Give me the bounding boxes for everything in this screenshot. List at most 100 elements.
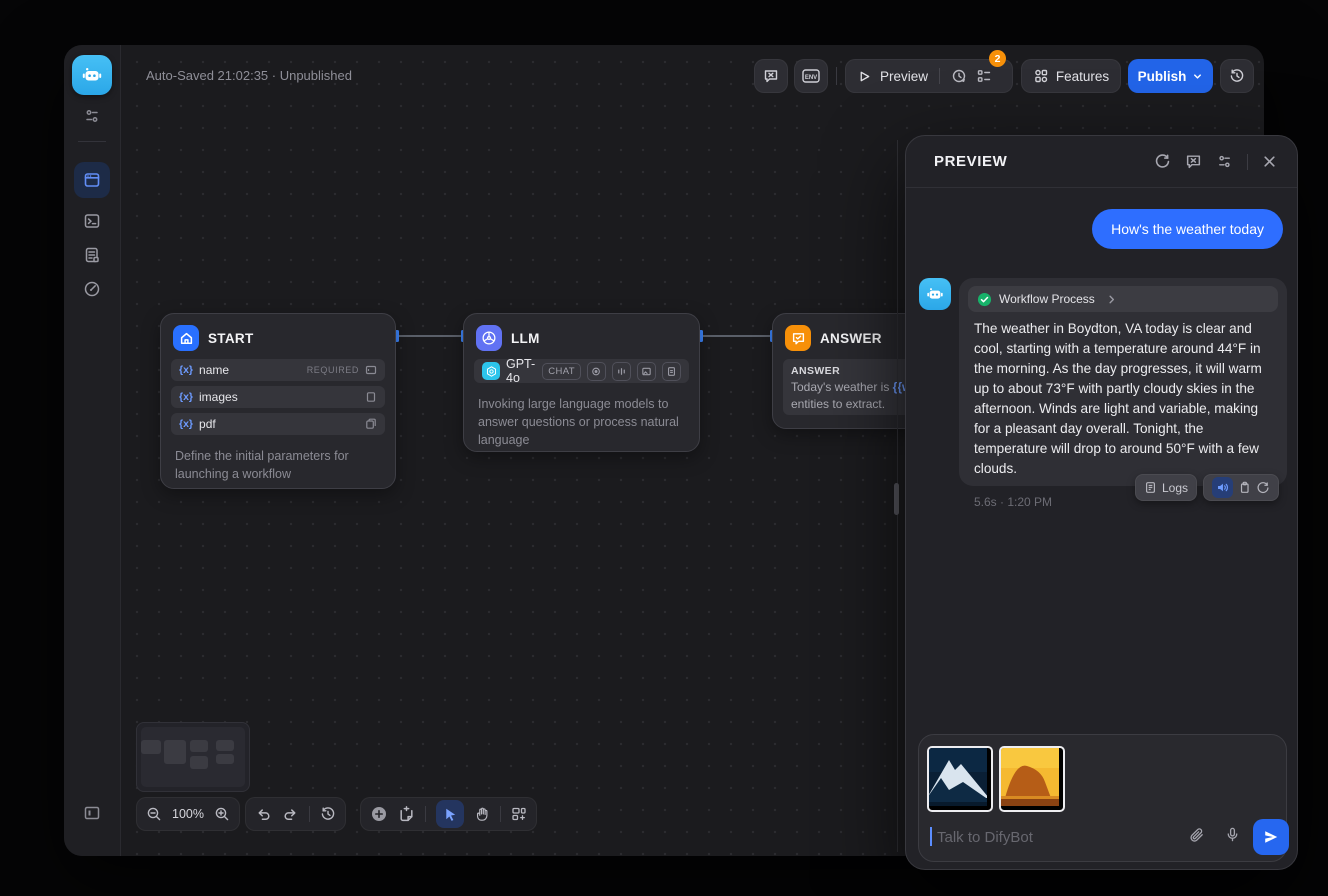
- refresh-conversation-icon[interactable]: [1154, 153, 1171, 170]
- settings-sliders-icon[interactable]: [1216, 153, 1233, 170]
- edge-start-llm: [397, 335, 463, 337]
- redo-icon[interactable]: [282, 806, 299, 823]
- zoom-level[interactable]: 100%: [172, 807, 204, 821]
- llm-model-selector[interactable]: GPT-4o CHAT: [474, 359, 689, 383]
- minimap-node: [190, 740, 208, 752]
- message-meta: 5.6s · 1:20 PM: [974, 495, 1052, 509]
- env-variables-button[interactable]: ENV: [794, 59, 828, 93]
- features-button[interactable]: Features: [1021, 59, 1121, 93]
- chat-mode-badge: CHAT: [542, 363, 581, 380]
- preview-title: PREVIEW: [934, 153, 1007, 170]
- env-label: ENV: [805, 75, 817, 81]
- field-name: pdf: [199, 417, 216, 431]
- file-list-icon: [365, 391, 377, 403]
- speaker-icon[interactable]: [1212, 477, 1233, 498]
- chat-input[interactable]: [935, 823, 1159, 851]
- features-icon: [1033, 68, 1049, 84]
- regenerate-icon[interactable]: [1256, 481, 1270, 495]
- start-field-images[interactable]: {x} images: [171, 386, 385, 408]
- hand-mode-button[interactable]: [474, 806, 490, 822]
- audio-capability-icon: [612, 362, 631, 381]
- start-field-name[interactable]: {x} name REQUIRED: [171, 359, 385, 381]
- minimap-node: [216, 754, 234, 764]
- close-icon[interactable]: [1262, 154, 1277, 169]
- version-history-button[interactable]: [1220, 59, 1254, 93]
- group-divider: [939, 68, 940, 84]
- copy-icon[interactable]: [1238, 481, 1251, 494]
- toolbar-divider: [309, 806, 310, 822]
- preview-button[interactable]: Preview: [880, 69, 928, 84]
- checklist-settings-icon[interactable]: [64, 107, 120, 125]
- run-history-icon[interactable]: [951, 68, 967, 84]
- files-icon: [365, 418, 377, 430]
- document-capability-icon: [662, 362, 681, 381]
- canvas-minimap[interactable]: [136, 722, 250, 792]
- minimap-node: [190, 756, 208, 769]
- add-node-icon[interactable]: [370, 805, 388, 823]
- toolbar-divider: [500, 806, 501, 822]
- field-name: name: [199, 363, 229, 377]
- change-history-icon[interactable]: [320, 806, 336, 822]
- features-label: Features: [1056, 69, 1109, 84]
- header-divider: [1247, 154, 1248, 170]
- workflow-process-toggle[interactable]: Workflow Process: [968, 286, 1278, 312]
- preview-group: Preview: [845, 59, 1013, 93]
- image-capability-icon: [637, 362, 656, 381]
- undo-icon[interactable]: [255, 806, 272, 823]
- chevron-down-icon: [1192, 71, 1203, 82]
- attached-image-mountain-night[interactable]: [927, 746, 993, 812]
- minimap-node: [141, 740, 161, 754]
- toolbar-divider: [425, 806, 426, 822]
- sidebar-item-terminal[interactable]: [74, 203, 110, 239]
- clear-chat-icon[interactable]: [1185, 153, 1202, 170]
- attached-image-mountain-sunset[interactable]: [999, 746, 1065, 812]
- checklist-icon[interactable]: [976, 68, 992, 84]
- model-name: GPT-4o: [506, 357, 536, 385]
- minimap-node: [216, 740, 234, 751]
- logs-icon: [1144, 481, 1157, 494]
- message-tools: [1203, 474, 1279, 501]
- play-icon: [858, 70, 871, 83]
- toolbar-divider: [836, 67, 837, 85]
- minimap-node: [164, 740, 186, 764]
- zoom-out-icon[interactable]: [146, 806, 162, 822]
- user-message-bubble: How's the weather today: [1092, 209, 1283, 249]
- sidebar: [64, 45, 121, 856]
- history-controls: [245, 797, 346, 831]
- preview-header: PREVIEW: [906, 136, 1297, 188]
- logs-button[interactable]: Logs: [1135, 474, 1197, 501]
- node-title: ANSWER: [820, 331, 882, 346]
- attach-file-icon[interactable]: [1188, 827, 1205, 844]
- llm-icon: [476, 325, 502, 351]
- required-label: REQUIRED: [307, 365, 359, 375]
- start-field-pdf[interactable]: {x} pdf: [171, 413, 385, 435]
- node-title: LLM: [511, 331, 540, 346]
- publish-button[interactable]: Publish: [1128, 59, 1213, 93]
- chevron-right-icon: [1106, 294, 1117, 305]
- bot-message-text: The weather in Boydton, VA today is clea…: [974, 319, 1274, 479]
- send-button[interactable]: [1253, 819, 1289, 855]
- restart-chat-button[interactable]: [754, 59, 788, 93]
- sidebar-item-logs[interactable]: [74, 237, 110, 273]
- microphone-icon[interactable]: [1224, 826, 1241, 843]
- collapse-sidebar-icon[interactable]: [82, 803, 102, 823]
- zoom-in-icon[interactable]: [214, 806, 230, 822]
- workflow-process-label: Workflow Process: [999, 292, 1095, 306]
- tidy-layout-icon[interactable]: [511, 806, 527, 822]
- success-check-icon: [977, 292, 992, 307]
- app-logo-robot-icon[interactable]: [72, 55, 112, 95]
- home-icon: [173, 325, 199, 351]
- openai-logo-icon: [482, 362, 500, 380]
- node-description: Define the initial parameters for launch…: [161, 440, 395, 496]
- node-start[interactable]: START {x} name REQUIRED {x} images {x} p…: [160, 313, 396, 489]
- sidebar-item-monitoring[interactable]: [74, 271, 110, 307]
- variable-token: {x}: [179, 418, 193, 430]
- sidebar-item-orchestrate[interactable]: [74, 162, 110, 198]
- pointer-mode-button[interactable]: [436, 800, 464, 828]
- add-note-icon[interactable]: [398, 806, 415, 823]
- answer-icon: [785, 325, 811, 351]
- vision-capability-icon: [587, 362, 606, 381]
- node-llm[interactable]: LLM GPT-4o CHAT Invoking large language …: [463, 313, 700, 452]
- autosave-status: Auto-Saved 21:02:35 · Unpublished: [146, 68, 352, 83]
- panel-resize-handle[interactable]: [894, 483, 899, 515]
